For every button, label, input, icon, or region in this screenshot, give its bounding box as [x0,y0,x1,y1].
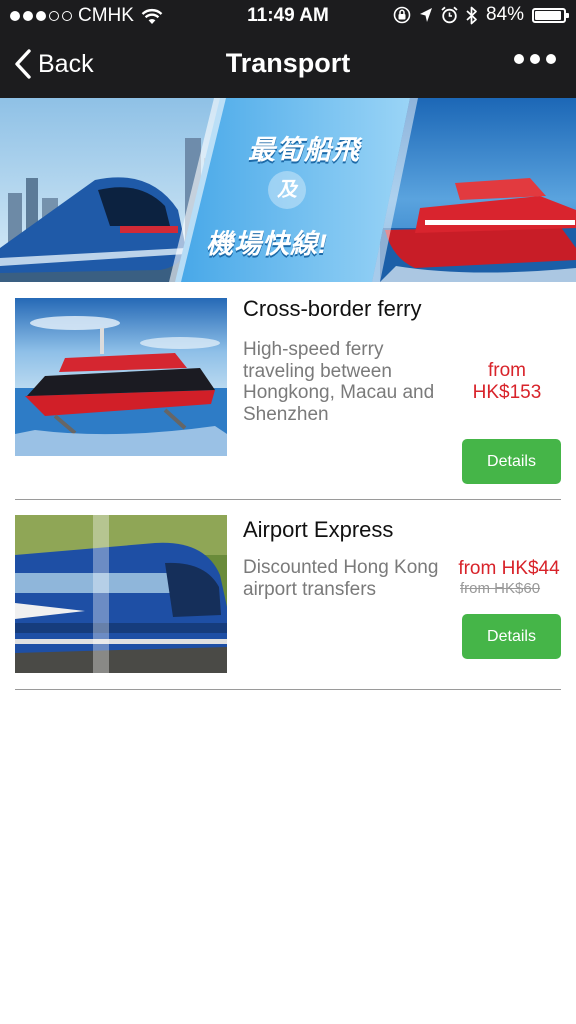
chevron-left-icon [15,49,31,79]
rotation-lock-icon [393,6,411,24]
bluetooth-icon [466,6,477,24]
airport-express-thumbnail [15,515,227,673]
item-price: from HK$153 [461,360,553,403]
details-button[interactable]: Details [462,439,561,484]
status-bar: CMHK 11:49 AM 84% [0,0,576,32]
list-item-ferry[interactable]: Cross-border ferry High-speed ferry trav… [15,282,561,500]
item-price-prefix: from [488,360,526,381]
item-price: from HK$44 [458,558,560,579]
back-button[interactable]: Back [14,49,94,79]
back-label: Back [38,49,94,78]
banner-slogan-line2: 機場快線! [206,229,328,259]
ferry-image [15,298,227,456]
details-button[interactable]: Details [462,614,561,659]
item-description: Discounted Hong Kong airport transfers [243,557,439,600]
banner-slogan-line1: 最筍船飛 [248,135,360,165]
top-bar: CMHK 11:49 AM 84% Back Transport [0,0,576,98]
item-price-amount: HK$153 [472,381,542,403]
alarm-icon [441,6,458,24]
more-dot-icon [546,54,556,64]
ferry-thumbnail [15,298,227,456]
promo-banner[interactable]: 最筍船飛 及 機場快線! [0,98,576,282]
battery-icon [532,7,569,23]
status-right: 84% [393,4,569,26]
more-options-button[interactable] [514,54,556,64]
more-dot-icon [514,54,524,64]
banner-slogan-connector: 及 [268,171,306,209]
item-original-price: from HK$60 [460,580,541,597]
item-title: Airport Express [243,517,394,542]
item-title: Cross-border ferry [243,296,422,321]
item-description: High-speed ferry traveling between Hongk… [243,339,435,425]
airport-express-image [15,515,227,673]
more-dot-icon [530,54,540,64]
navigation-bar: Back Transport [0,32,576,98]
battery-percent: 84% [485,4,524,25]
location-arrow-icon [419,8,432,22]
list-item-airport-express[interactable]: Airport Express Discounted Hong Kong air… [15,499,561,690]
